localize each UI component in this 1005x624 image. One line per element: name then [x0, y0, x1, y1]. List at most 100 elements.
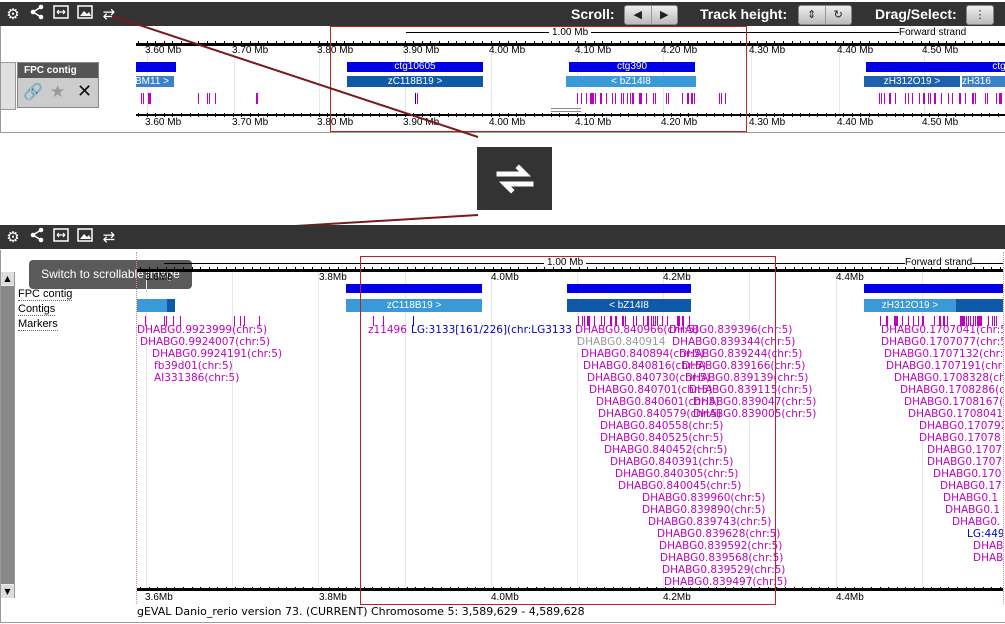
contig-bar[interactable]	[864, 284, 1003, 293]
marker-label[interactable]: DHABG0.	[952, 516, 1000, 528]
marker-label[interactable]: DHABG0.1707191(chr:5)	[886, 360, 1003, 372]
ruler-minor-tick	[260, 267, 262, 271]
marker-tick	[919, 93, 921, 104]
image-export-icon[interactable]	[75, 227, 95, 247]
track-menu: FPC contig 🔗 ★ ✕	[17, 62, 99, 108]
marker-tick	[197, 93, 199, 104]
close-icon[interactable]: ✕	[77, 81, 92, 102]
ruler-minor-tick	[896, 267, 898, 271]
track-height-buttons[interactable]: ⇕ ↻	[798, 5, 852, 25]
ruler-minor-tick	[894, 41, 896, 45]
ruler-minor-tick	[877, 41, 879, 45]
ruler-minor-tick	[1000, 267, 1001, 271]
marker-tick	[257, 93, 259, 104]
contig-bar[interactable]	[136, 62, 176, 72]
marker-tick	[911, 93, 913, 104]
share-icon[interactable]	[27, 4, 47, 24]
grid-line	[836, 272, 837, 588]
marker-label[interactable]: DHABG0.1	[943, 492, 998, 504]
marker-tick	[952, 93, 954, 104]
marker-label[interactable]: DHAB	[973, 540, 1003, 552]
gear-icon[interactable]: ⚙	[3, 4, 23, 24]
link-icon[interactable]: 🔗	[23, 82, 43, 101]
resize-icon[interactable]	[51, 227, 71, 247]
zoomed-swap-icon	[477, 147, 552, 210]
track-label-contigs[interactable]: Contigs	[18, 303, 56, 316]
star-icon[interactable]: ★	[50, 82, 65, 102]
marker-label[interactable]: DHABG0.1708167(chr:5)	[904, 396, 1003, 408]
ruler-minor-tick	[774, 41, 776, 45]
marker-label[interactable]: DHABG0.9924007(chr:5)	[140, 336, 270, 348]
scroll-up-icon[interactable]: ▲	[1, 272, 14, 285]
gear-icon[interactable]: ⚙	[3, 227, 23, 247]
marker-label[interactable]: DHABG0.1	[945, 504, 1000, 516]
ruler-minor-tick	[292, 41, 294, 45]
scroll-right-icon[interactable]: ▶	[652, 6, 678, 24]
marker-tick	[147, 93, 149, 104]
scroll-down-icon[interactable]: ▼	[1, 585, 14, 598]
ruler-minor-tick	[224, 41, 225, 45]
marker-label[interactable]: DHAB	[973, 552, 1003, 564]
swap-arrows-icon[interactable]: ⇄	[99, 4, 119, 24]
marker-label[interactable]: DHABG0.17	[940, 480, 1002, 492]
ruler-minor-tick	[931, 267, 933, 271]
ruler-minor-tick	[329, 267, 331, 271]
scroll-left-icon[interactable]: ◀	[625, 6, 652, 24]
ruler-minor-tick	[783, 41, 784, 45]
ruler-minor-tick	[226, 267, 227, 271]
marker-tick	[881, 93, 883, 104]
marker-tick	[889, 93, 891, 104]
marker-label[interactable]: fb39d01(chr:5)	[154, 360, 233, 372]
marker-label[interactable]: DHABG0.1707041(chr:5)	[881, 324, 1003, 336]
vertical-scrollbar[interactable]: ▲ ▼	[1, 272, 15, 598]
top-selection-box[interactable]	[330, 26, 747, 132]
marker-label[interactable]: DHABG0.9923999(chr:5)	[137, 324, 267, 336]
drag-select-toggle[interactable]: ⋮	[966, 5, 994, 25]
clone-bar[interactable]	[956, 299, 1003, 312]
marker-label[interactable]: DHABG0.170792	[919, 420, 1003, 432]
ruler-minor-tick	[286, 267, 288, 271]
ruler-minor-tick	[138, 41, 139, 45]
grid-line	[146, 272, 147, 588]
share-icon[interactable]	[27, 227, 47, 247]
marker-label[interactable]: AI331386(chr:5)	[154, 372, 239, 384]
ruler-minor-tick	[955, 41, 956, 45]
ruler-minor-tick	[172, 41, 174, 45]
marker-label[interactable]: DHABG0.1707	[927, 444, 1002, 456]
marker-label[interactable]: DHABG0.1707	[927, 456, 1002, 468]
marker-tick	[948, 93, 950, 104]
marker-label[interactable]: DHABG0.1707077(chr:5)	[881, 336, 1003, 348]
track-label-markers[interactable]: Markers	[18, 318, 58, 331]
image-export-icon[interactable]	[75, 4, 95, 24]
swap-arrows-icon[interactable]: ⇄	[99, 227, 119, 247]
track-label-fpc-contig[interactable]: FPC contig	[18, 288, 73, 301]
marker-tick	[928, 93, 929, 104]
scroll-label: Scroll:	[571, 6, 615, 22]
reset-icon[interactable]: ↻	[826, 6, 852, 24]
ruler-minor-tick	[183, 267, 184, 271]
marker-label[interactable]: DHABG0.17078	[919, 432, 1001, 444]
marker-label[interactable]: DHABG0.1708328(chr:5)	[894, 372, 1003, 384]
bottom-selection-box[interactable]	[360, 256, 776, 605]
marker-label[interactable]: DHABG0.1707132(chr:5)	[884, 348, 1003, 360]
marker-tick	[908, 93, 910, 104]
ruler-minor-tick	[800, 41, 802, 45]
ruler-tick-label: 3.6Mb	[145, 272, 173, 283]
ruler-minor-tick	[982, 267, 984, 271]
marker-tick	[884, 93, 886, 104]
scroll-thumb[interactable]	[1, 286, 14, 584]
marker-label[interactable]: DHABG0.170	[933, 468, 1001, 480]
clone-bar[interactable]	[167, 299, 175, 312]
marker-tick	[971, 93, 973, 104]
marker-label[interactable]: DHABG0.1708041(chr:5)	[908, 408, 1003, 420]
resize-icon[interactable]	[51, 4, 71, 24]
marker-label[interactable]: LG:449	[967, 528, 1003, 540]
clone-label: zH312O19 >	[883, 76, 941, 87]
marker-label[interactable]: DHABG0.9924191(chr:5)	[152, 348, 282, 360]
track-height-label: Track height:	[700, 6, 788, 22]
expand-collapse-icon[interactable]: ⇕	[799, 6, 826, 24]
marker-label[interactable]: DHABG0.1708286(chr:5)	[900, 384, 1003, 396]
scroll-buttons[interactable]: ◀ ▶	[624, 5, 678, 25]
ruler-tick-label: 3.6Mb	[145, 592, 173, 603]
top-toolbar: ⚙ ⇄ Scroll: ◀ ▶ Track height: ⇕ ↻ Drag/Sel…	[0, 2, 1005, 26]
